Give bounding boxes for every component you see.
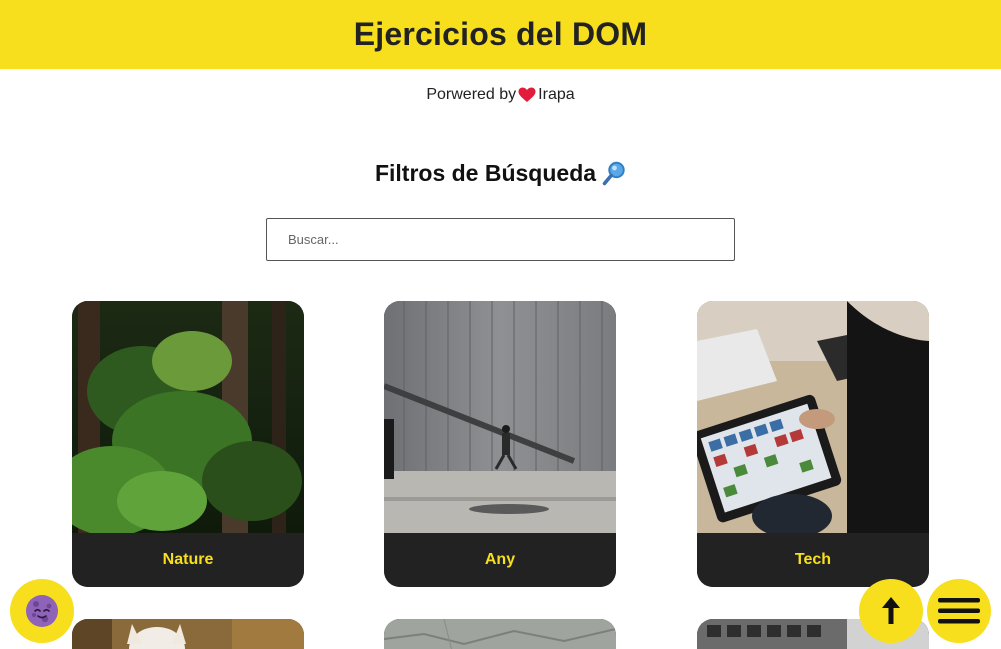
card-any[interactable]: Any	[384, 301, 616, 587]
moon-icon	[26, 595, 58, 627]
card-label: Nature	[72, 533, 304, 587]
magnifier-icon	[602, 161, 625, 185]
card-label: Any	[384, 533, 616, 587]
card-nature[interactable]: Nature	[72, 301, 304, 587]
arrow-up-icon	[882, 597, 900, 624]
page-header: Ejercicios del DOM	[0, 0, 1001, 69]
card-image-animal	[72, 619, 304, 649]
card-image-tablet	[697, 301, 929, 533]
filters-title: Filtros de Búsqueda	[374, 160, 597, 186]
card-tech[interactable]: Tech	[697, 301, 929, 587]
card-image-concrete	[384, 619, 616, 649]
scroll-top-button[interactable]	[859, 579, 923, 643]
hamburger-icon	[938, 598, 980, 624]
menu-button[interactable]	[927, 579, 991, 643]
credit-prefix: Porwered by	[426, 86, 517, 103]
card-row2-2[interactable]	[384, 619, 616, 649]
card-image-wall	[384, 301, 616, 533]
search-input[interactable]	[266, 218, 735, 261]
credit-line: Porwered by Irapa	[0, 86, 1001, 104]
card-row2-1[interactable]	[72, 619, 304, 649]
heart-icon	[518, 87, 536, 102]
card-image-forest	[72, 301, 304, 533]
credit-author-link[interactable]: Irapa	[538, 86, 574, 104]
filters-heading: Filtros de Búsqueda	[0, 160, 1001, 187]
page-title: Ejercicios del DOM	[353, 16, 648, 52]
theme-toggle-button[interactable]	[10, 579, 74, 643]
